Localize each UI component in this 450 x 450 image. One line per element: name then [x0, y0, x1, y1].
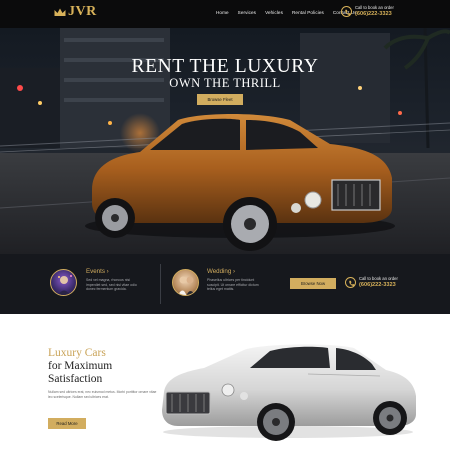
- crown-icon: [54, 8, 66, 16]
- events-title[interactable]: Events ›: [86, 268, 109, 275]
- browse-fleet-button[interactable]: Browse Fleet: [197, 94, 243, 105]
- wedding-text: Phasellus ultrices per tincidunt suscipi…: [207, 278, 259, 292]
- hero-banner: RENT THE LUXURY OWN THE THRILL Browse Fl…: [0, 28, 450, 254]
- section-title: Luxury Cars: [48, 347, 106, 359]
- nav-services[interactable]: Services: [238, 10, 256, 15]
- strip-call-number: (606)222-3323: [359, 282, 396, 288]
- phone-icon: [341, 6, 352, 17]
- browse-now-button[interactable]: Browse Now: [290, 278, 336, 289]
- nav-rental-policies[interactable]: Rental Policies: [292, 10, 324, 15]
- events-text: Sed vel magna, rhoncus nisi imperdiet se…: [86, 278, 137, 292]
- strip-call-to-book[interactable]: Call to book an order (606)222-3323: [345, 276, 415, 292]
- section-subtitle: for Maximum Satisfaction: [48, 360, 113, 385]
- top-nav: JVR Home Services Vehicles Rental Polici…: [0, 0, 450, 28]
- wedding-image: [172, 269, 199, 296]
- wedding-title[interactable]: Wedding ›: [207, 268, 235, 275]
- call-to-book[interactable]: Call to book an order (606)222-3323: [341, 5, 401, 21]
- nav-vehicles[interactable]: Vehicles: [265, 10, 283, 15]
- logo-text: JVR: [68, 4, 97, 19]
- section-text: Nullam sed ultrices erat, nec euismod me…: [48, 390, 157, 399]
- white-car-image: [162, 344, 416, 441]
- nav-home[interactable]: Home: [216, 10, 229, 15]
- phone-icon: [345, 277, 356, 288]
- logo[interactable]: JVR: [50, 3, 98, 23]
- luxury-cars-section: Luxury Cars for Maximum Satisfaction Nul…: [0, 314, 450, 450]
- strip-call-label: Call to book an order: [359, 276, 398, 281]
- events-image: [50, 269, 77, 296]
- hero-subtitle: OWN THE THRILL: [169, 76, 281, 90]
- call-number: (606)222-3323: [355, 11, 392, 17]
- call-label: Call to book an order: [355, 5, 394, 10]
- hero-title: RENT THE LUXURY: [131, 56, 319, 77]
- divider: [160, 264, 161, 304]
- read-more-button[interactable]: Read More: [48, 418, 86, 429]
